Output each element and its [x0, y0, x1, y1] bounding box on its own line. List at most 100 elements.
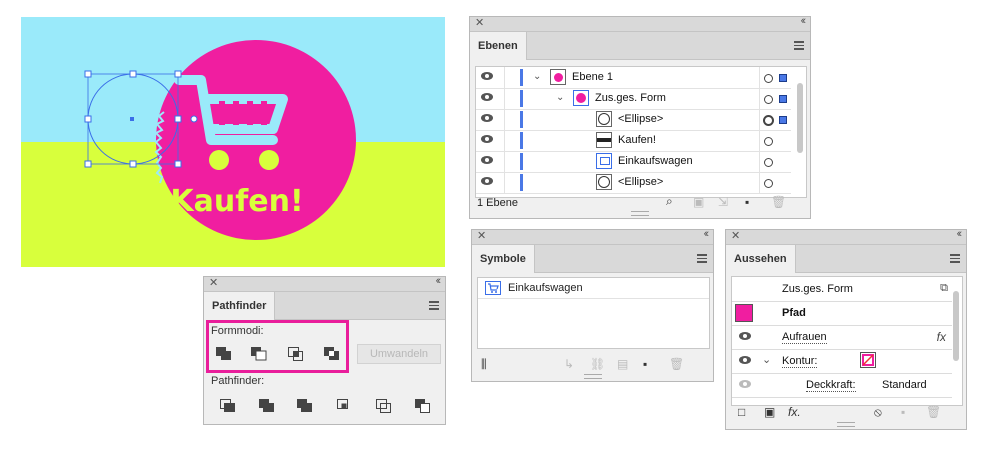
- scrollbar-thumb[interactable]: [797, 83, 803, 153]
- layer-name[interactable]: Kaufen!: [618, 134, 656, 146]
- panel-menu-icon[interactable]: [429, 301, 439, 312]
- eye-icon-disabled[interactable]: [738, 379, 752, 389]
- exclude-icon[interactable]: [324, 347, 340, 361]
- layer-row[interactable]: ⌄ Zus.ges. Form: [476, 88, 791, 110]
- appearance-opacity-row[interactable]: Deckkraft: Standard: [732, 373, 952, 398]
- effect-link[interactable]: Aufrauen: [782, 331, 827, 344]
- appearance-stroke-row[interactable]: ⌄ Kontur:: [732, 349, 952, 374]
- clear-appearance-icon[interactable]: ⦸: [874, 405, 882, 420]
- eye-icon[interactable]: [480, 92, 494, 102]
- chevron-down-icon[interactable]: ⌄: [762, 353, 771, 366]
- minus-front-icon[interactable]: [251, 347, 267, 361]
- artwork-svg[interactable]: Kaufen!: [21, 17, 445, 267]
- layer-row[interactable]: Einkaufswagen: [476, 151, 791, 173]
- add-effect-icon[interactable]: fx.: [788, 405, 801, 419]
- eye-icon[interactable]: [480, 113, 494, 123]
- resize-grip[interactable]: [583, 374, 602, 379]
- clipping-mask-icon[interactable]: ▣: [693, 195, 704, 209]
- divide-icon[interactable]: [220, 399, 236, 413]
- symbol-name[interactable]: Einkaufswagen: [508, 282, 583, 294]
- chevron-down-icon[interactable]: ⌄: [533, 71, 541, 82]
- layer-name[interactable]: <Ellipse>: [618, 113, 663, 125]
- close-icon[interactable]: ✕: [731, 229, 740, 242]
- duplicate-icon[interactable]: ⧉: [940, 282, 948, 295]
- target-icon[interactable]: [764, 179, 773, 188]
- tab-symbole[interactable]: Symbole: [472, 245, 535, 273]
- tab-aussehen[interactable]: Aussehen: [726, 245, 796, 273]
- scrollbar-thumb[interactable]: [953, 291, 959, 361]
- symbol-item[interactable]: Einkaufswagen: [478, 278, 709, 299]
- new-symbol-icon[interactable]: ▪: [643, 357, 647, 371]
- resize-grip[interactable]: [837, 422, 855, 427]
- layer-name[interactable]: Zus.ges. Form: [595, 92, 666, 104]
- merge-icon[interactable]: [297, 399, 313, 413]
- collapse-icon[interactable]: ‹‹: [704, 228, 710, 240]
- artboard-canvas[interactable]: Kaufen!: [21, 17, 445, 267]
- layer-name[interactable]: Einkaufswagen: [618, 155, 693, 167]
- outline-icon[interactable]: [376, 399, 392, 413]
- eye-icon[interactable]: [738, 331, 752, 341]
- opacity-link[interactable]: Deckkraft:: [806, 379, 856, 392]
- collapse-icon[interactable]: ‹‹: [436, 275, 442, 287]
- pathfinder-titlebar[interactable]: ✕ ‹‹: [204, 275, 445, 292]
- eye-icon[interactable]: [480, 176, 494, 186]
- appearance-scrollbar[interactable]: [952, 279, 960, 401]
- panel-menu-icon[interactable]: [794, 41, 804, 52]
- intersect-icon[interactable]: [288, 347, 304, 361]
- target-icon-active[interactable]: [763, 115, 774, 126]
- eye-icon[interactable]: [480, 71, 494, 81]
- collapse-icon[interactable]: ‹‹: [957, 228, 963, 240]
- search-icon[interactable]: ⌕: [666, 194, 673, 209]
- chevron-down-icon[interactable]: ⌄: [556, 92, 564, 103]
- close-icon[interactable]: ✕: [209, 276, 218, 289]
- ebenen-titlebar[interactable]: ✕ ‹‹: [470, 15, 810, 32]
- selection-square[interactable]: [779, 95, 787, 103]
- selection-square[interactable]: [779, 74, 787, 82]
- add-fill-icon[interactable]: ▣: [764, 405, 775, 419]
- layer-name[interactable]: Ebene 1: [572, 71, 613, 83]
- target-icon[interactable]: [764, 95, 773, 104]
- new-sublayer-icon[interactable]: ⇲: [718, 195, 728, 209]
- layer-row[interactable]: <Ellipse>: [476, 172, 791, 194]
- symbol-library-icon[interactable]: ⫼: [481, 357, 487, 372]
- close-icon[interactable]: ✕: [475, 16, 484, 29]
- rotate-handle[interactable]: [190, 115, 198, 123]
- aussehen-titlebar[interactable]: ✕ ‹‹: [726, 228, 966, 245]
- layer-row[interactable]: ⌄ Ebene 1: [476, 67, 791, 89]
- panel-menu-icon[interactable]: [950, 254, 960, 265]
- symbole-titlebar[interactable]: ✕ ‹‹: [472, 228, 713, 245]
- layer-row[interactable]: <Ellipse>: [476, 109, 791, 131]
- appearance-effect-row[interactable]: Aufrauen fx: [732, 325, 952, 350]
- close-icon[interactable]: ✕: [477, 229, 486, 242]
- trash-icon[interactable]: 🗑: [771, 195, 786, 209]
- break-link-icon[interactable]: ⛓: [590, 357, 605, 371]
- resize-grip[interactable]: [631, 211, 649, 216]
- tab-pathfinder[interactable]: Pathfinder: [204, 292, 276, 320]
- target-icon[interactable]: [764, 74, 773, 83]
- target-icon[interactable]: [764, 137, 773, 146]
- selection-square[interactable]: [779, 116, 787, 124]
- layers-scrollbar[interactable]: [796, 69, 804, 193]
- crop-icon[interactable]: [337, 399, 353, 413]
- tab-ebenen[interactable]: Ebenen: [470, 32, 527, 60]
- symbol-options-icon[interactable]: ▤: [617, 357, 628, 371]
- eye-icon[interactable]: [480, 155, 494, 165]
- layer-row[interactable]: Kaufen!: [476, 130, 791, 152]
- trash-icon[interactable]: 🗑: [926, 405, 941, 419]
- appearance-header-row[interactable]: Zus.ges. Form ⧉: [732, 277, 952, 302]
- duplicate-item-icon[interactable]: ▪: [901, 405, 905, 419]
- unite-icon[interactable]: [216, 347, 232, 361]
- panel-menu-icon[interactable]: [697, 254, 707, 265]
- stroke-link[interactable]: Kontur:: [782, 355, 818, 368]
- eye-icon[interactable]: [738, 355, 752, 365]
- new-layer-icon[interactable]: ▪: [745, 195, 749, 209]
- layer-name[interactable]: <Ellipse>: [618, 176, 663, 188]
- place-symbol-icon[interactable]: ↳: [564, 357, 574, 371]
- collapse-icon[interactable]: ‹‹: [801, 15, 807, 27]
- trash-icon[interactable]: 🗑: [669, 357, 684, 371]
- appearance-path-row[interactable]: Pfad: [732, 301, 952, 326]
- fx-icon[interactable]: fx: [937, 330, 946, 344]
- stroke-swatch-none[interactable]: [860, 352, 876, 368]
- eye-icon[interactable]: [480, 134, 494, 144]
- trim-icon[interactable]: [259, 399, 275, 413]
